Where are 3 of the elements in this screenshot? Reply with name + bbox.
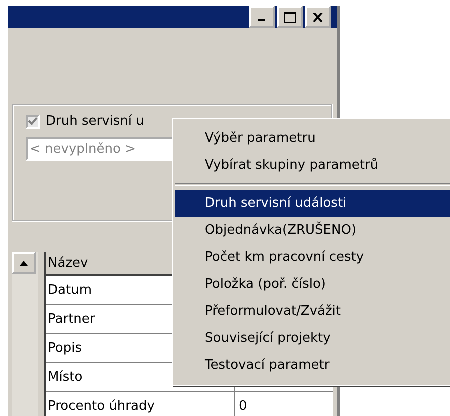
checkbox-label: Druh servisní u	[46, 114, 144, 129]
table-cell: Procento úhrady	[46, 392, 235, 416]
table-cell: 0	[235, 392, 333, 416]
